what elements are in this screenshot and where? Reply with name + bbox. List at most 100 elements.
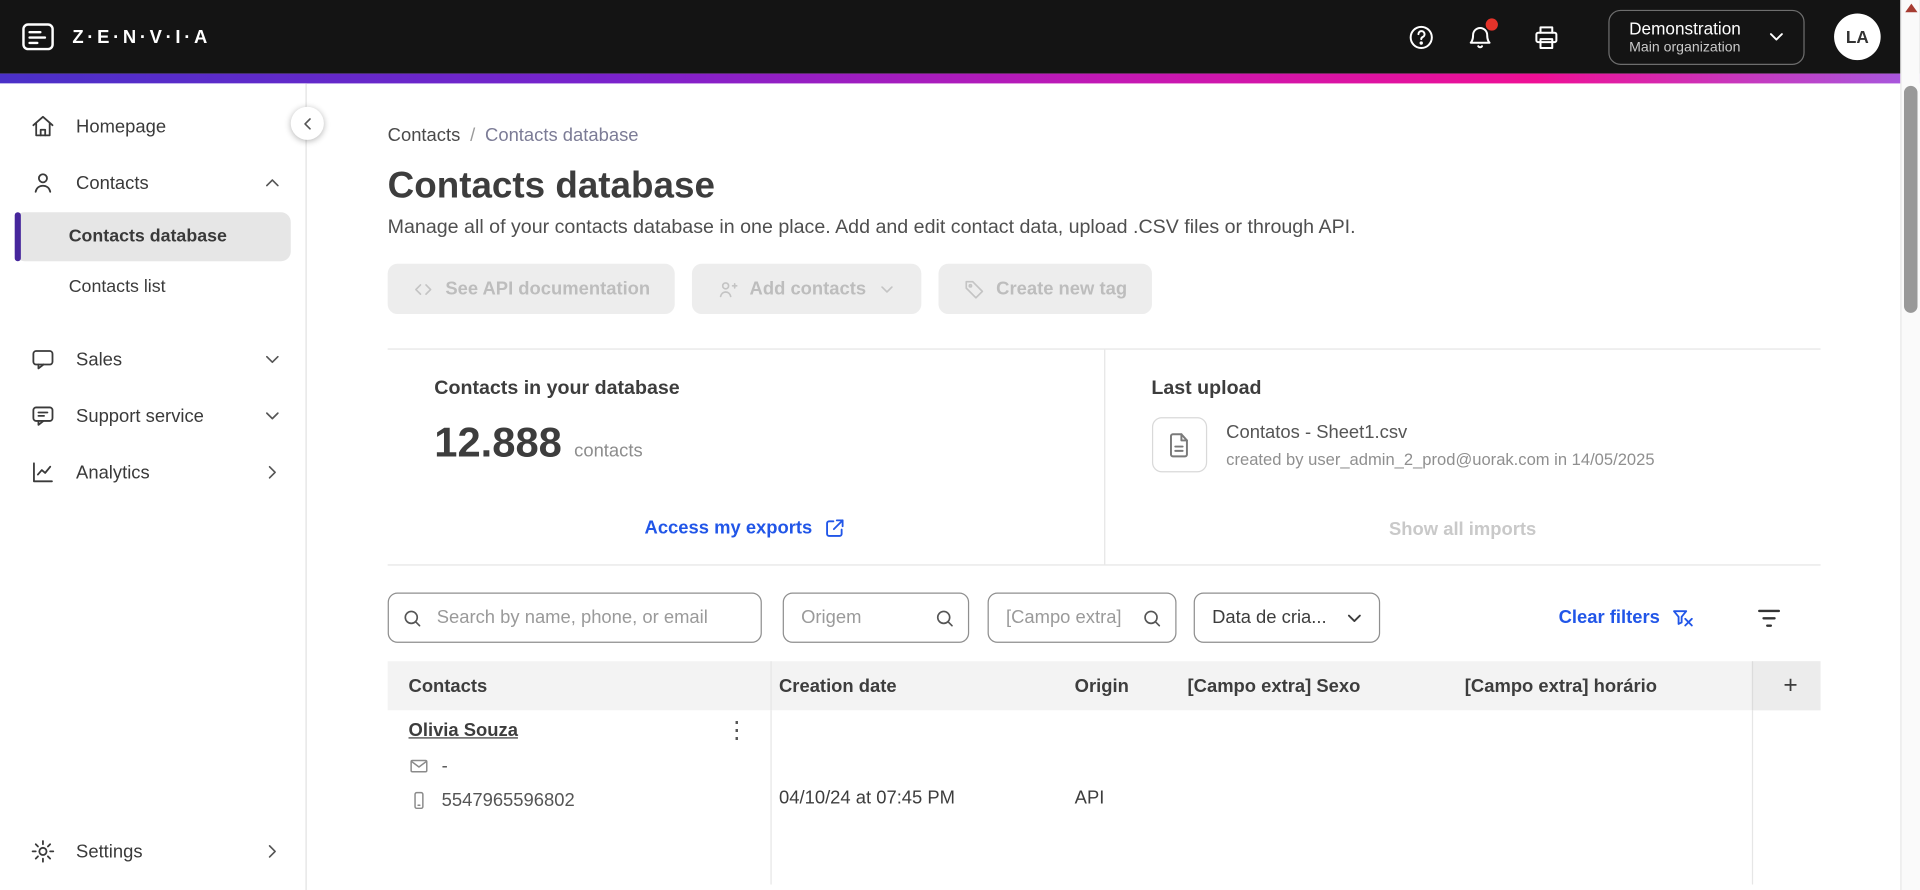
chevron-down-icon xyxy=(877,279,897,299)
column-header-contacts: Contacts xyxy=(408,675,488,697)
scrollbar-up-arrow[interactable] xyxy=(1905,3,1918,13)
sidebar-item-contacts-list[interactable]: Contacts list xyxy=(15,263,291,312)
sidebar-item-sales[interactable]: Sales xyxy=(0,331,305,387)
export-icon xyxy=(823,516,846,539)
row-kebab-menu[interactable]: ⋮ xyxy=(720,719,753,742)
file-icon xyxy=(1151,417,1207,473)
home-icon xyxy=(29,113,56,140)
breadcrumb-separator: / xyxy=(470,125,476,146)
column-header-campo-sexo: [Campo extra] Sexo xyxy=(1187,675,1361,697)
main-content: Contacts / Contacts database Contacts da… xyxy=(307,83,1920,890)
contacts-count-unit: contacts xyxy=(574,440,643,462)
create-new-tag-label: Create new tag xyxy=(996,278,1128,300)
chevron-down-icon xyxy=(261,405,283,427)
organization-switcher[interactable]: Demonstration Main organization xyxy=(1608,9,1805,65)
chevron-down-icon xyxy=(1765,25,1787,47)
sidebar-item-label: Support service xyxy=(76,405,204,427)
sidebar-item-label: Sales xyxy=(76,349,123,370)
person-icon xyxy=(29,169,56,196)
notifications-button[interactable] xyxy=(1456,12,1505,61)
chevron-down-icon xyxy=(261,348,283,370)
campo-sexo-cell xyxy=(1180,710,1457,884)
chevron-left-icon xyxy=(297,113,317,133)
chat-icon xyxy=(29,346,56,373)
search-field xyxy=(387,592,762,643)
filter-list-button[interactable] xyxy=(1754,603,1783,632)
table-row: Olivia Souza ⋮ - 5547965596802 04/10/24 … xyxy=(387,710,1821,885)
clear-filters-label: Clear filters xyxy=(1558,607,1660,629)
contact-phone: 5547965596802 xyxy=(441,790,575,811)
sidebar-item-support-service[interactable]: Support service xyxy=(0,388,305,444)
app-window: Z·E·N·V·I·A Demonstration Main organizat… xyxy=(0,0,1920,890)
organization-subtitle: Main organization xyxy=(1629,39,1741,55)
search-input[interactable] xyxy=(387,592,762,643)
printer-icon xyxy=(1533,23,1561,51)
help-icon xyxy=(1408,23,1436,51)
contacts-count: 12.888 xyxy=(434,419,562,467)
mail-icon xyxy=(409,756,430,777)
zenvia-logo-icon xyxy=(17,18,59,55)
sidebar-item-settings[interactable]: Settings xyxy=(0,823,305,879)
support-chat-icon xyxy=(29,402,56,429)
page-actions: See API documentation Add contacts Creat… xyxy=(387,263,1821,315)
see-api-documentation-label: See API documentation xyxy=(445,278,651,300)
search-icon xyxy=(1141,607,1163,629)
organization-name: Demonstration xyxy=(1629,17,1741,38)
contact-cell: Olivia Souza ⋮ - 5547965596802 xyxy=(388,710,771,884)
search-icon xyxy=(934,607,956,629)
column-header-origin: Origin xyxy=(1074,675,1129,697)
origem-field xyxy=(782,592,970,643)
add-contacts-button[interactable]: Add contacts xyxy=(691,263,922,315)
breadcrumb-current: Contacts database xyxy=(485,125,639,146)
brand-gradient-strip xyxy=(0,73,1920,84)
sidebar-item-label: Analytics xyxy=(76,461,150,483)
sidebar: Homepage Contacts Contacts database Cont… xyxy=(0,83,307,890)
last-upload-panel: Last upload Contatos - Sheet1.csv create… xyxy=(1105,350,1821,565)
brand-name: Z·E·N·V·I·A xyxy=(72,26,211,48)
avatar[interactable]: LA xyxy=(1834,13,1881,61)
access-my-exports-link[interactable]: Access my exports xyxy=(645,516,847,539)
show-all-imports-label: Show all imports xyxy=(1389,518,1537,540)
column-header-creation-date: Creation date xyxy=(770,661,1067,711)
upload-filename: Contatos - Sheet1.csv xyxy=(1226,421,1408,443)
api-icon xyxy=(412,278,434,300)
add-column-body-cell xyxy=(1751,710,1821,885)
contact-name-link[interactable]: Olivia Souza xyxy=(409,720,518,741)
campo-extra-field xyxy=(987,592,1177,643)
sidebar-item-contacts[interactable]: Contacts xyxy=(0,155,305,211)
sidebar-collapse-button[interactable] xyxy=(290,106,324,140)
creation-date-filter-label: Data de cria... xyxy=(1212,607,1327,629)
add-column-button[interactable]: + xyxy=(1751,661,1821,711)
chevron-right-icon xyxy=(261,840,283,862)
sidebar-item-label: Homepage xyxy=(76,115,167,137)
create-new-tag-button[interactable]: Create new tag xyxy=(938,263,1152,315)
contacts-table: Contacts Creation date Origin [Campo ext… xyxy=(387,661,1821,885)
show-all-imports-link[interactable]: Show all imports xyxy=(1389,519,1536,540)
see-api-documentation-button[interactable]: See API documentation xyxy=(387,263,675,315)
scrollbar-thumb[interactable] xyxy=(1903,85,1918,313)
page-scrollbar[interactable] xyxy=(1900,0,1920,890)
notification-badge xyxy=(1485,18,1498,31)
breadcrumb: Contacts / Contacts database xyxy=(388,125,1821,146)
sidebar-item-label: Contacts list xyxy=(68,277,166,297)
sidebar-item-contacts-database[interactable]: Contacts database xyxy=(14,212,291,262)
search-icon xyxy=(401,607,423,629)
fax-button[interactable] xyxy=(1522,12,1571,61)
help-button[interactable] xyxy=(1397,12,1446,61)
breadcrumb-contacts[interactable]: Contacts xyxy=(388,125,461,146)
person-plus-icon xyxy=(716,278,738,300)
chevron-up-icon xyxy=(261,172,283,194)
filter-list-icon xyxy=(1754,603,1783,632)
zenvia-logo[interactable]: Z·E·N·V·I·A xyxy=(17,18,211,55)
stats-section: Contacts in your database 12.888 contact… xyxy=(387,348,1821,566)
sidebar-item-homepage[interactable]: Homepage xyxy=(0,98,305,154)
tag-icon xyxy=(963,278,985,300)
creation-date-filter[interactable]: Data de cria... xyxy=(1193,592,1381,643)
clear-filter-icon xyxy=(1671,605,1696,630)
clear-filters-button[interactable]: Clear filters xyxy=(1559,605,1696,630)
sidebar-item-label: Contacts database xyxy=(68,226,227,247)
sidebar-item-analytics[interactable]: Analytics xyxy=(0,444,305,500)
last-upload-title: Last upload xyxy=(1151,377,1262,399)
sidebar-item-label: Settings xyxy=(76,840,143,862)
upload-meta: created by user_admin_2_prod@uorak.com i… xyxy=(1226,449,1655,469)
